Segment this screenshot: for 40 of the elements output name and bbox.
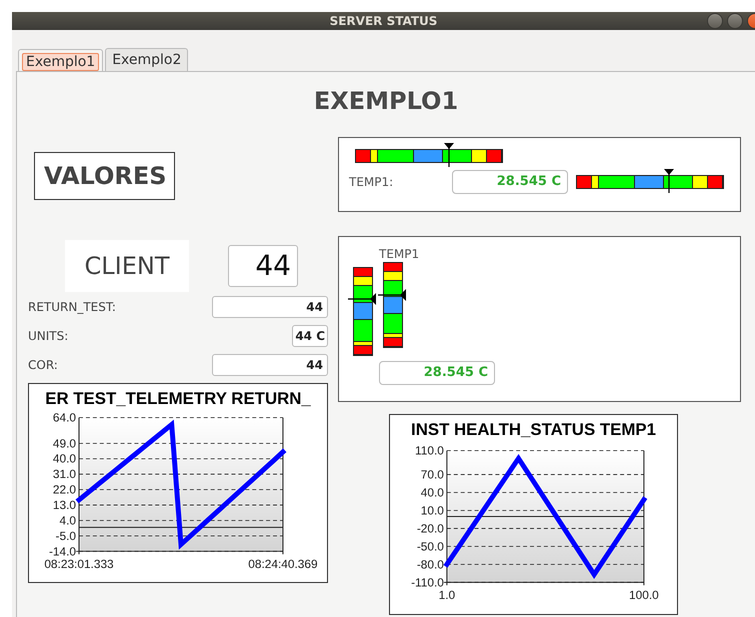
tab[interactable]: Exemplo1 <box>18 49 104 71</box>
field-label: TEMP1: <box>349 175 394 189</box>
axis-tick-label: 31.0 <box>52 467 76 482</box>
value-field[interactable]: 44 <box>212 296 328 318</box>
axis-tick-label: 10.0 <box>420 503 444 518</box>
tab[interactable]: Exemplo2 <box>105 48 188 71</box>
axis-tick-label: -14.0 <box>48 544 76 558</box>
client-label: CLIENT <box>65 240 189 292</box>
maximize-button[interactable] <box>727 13 743 29</box>
window-title: SERVER STATUS <box>330 14 438 28</box>
axis-tick-label: -80.0 <box>416 557 444 572</box>
axis-tick-label: 100.0 <box>629 588 659 602</box>
chart-title: ER TEST_TELEMETRY RETURN_ <box>45 388 311 408</box>
field-label: COR: <box>28 358 58 372</box>
axis-tick-label: 08:24:40.369 <box>248 557 318 572</box>
axis-tick-label: 13.0 <box>52 498 76 512</box>
section-label: VALORES <box>34 152 175 200</box>
value-field[interactable]: 44 C <box>292 324 328 346</box>
field-label: UNITS: <box>28 328 68 342</box>
axis-tick-label: 40.0 <box>52 452 76 466</box>
axis-tick-label: 1.0 <box>438 588 456 602</box>
axis-tick-label: 22.0 <box>52 482 76 497</box>
chart-title: INST HEALTH_STATUS TEMP1 <box>411 420 656 439</box>
value-field[interactable]: 44 <box>212 354 328 376</box>
axis-tick-label: -5.0 <box>56 528 76 543</box>
axis-tick-label: -20.0 <box>416 521 444 536</box>
axis-tick-label: 49.0 <box>52 436 76 450</box>
axis-tick-label: 4.0 <box>60 513 76 528</box>
value-field[interactable]: 44 <box>228 245 298 287</box>
page-heading: EXEMPLO1 <box>312 86 460 117</box>
axis-tick-label: 08:23:01.333 <box>44 557 114 572</box>
minimize-button[interactable] <box>707 13 723 29</box>
axis-tick-label: 70.0 <box>420 468 444 482</box>
field-label: RETURN_TEST: <box>28 300 116 314</box>
axis-tick-label: -50.0 <box>416 539 444 554</box>
axis-tick-label: 40.0 <box>420 486 444 500</box>
field-label: TEMP1 <box>379 247 420 261</box>
axis-tick-label: -110.0 <box>411 575 444 590</box>
axis-tick-label: 64.0 <box>52 410 76 425</box>
axis-tick-label: 110.0 <box>415 444 444 458</box>
